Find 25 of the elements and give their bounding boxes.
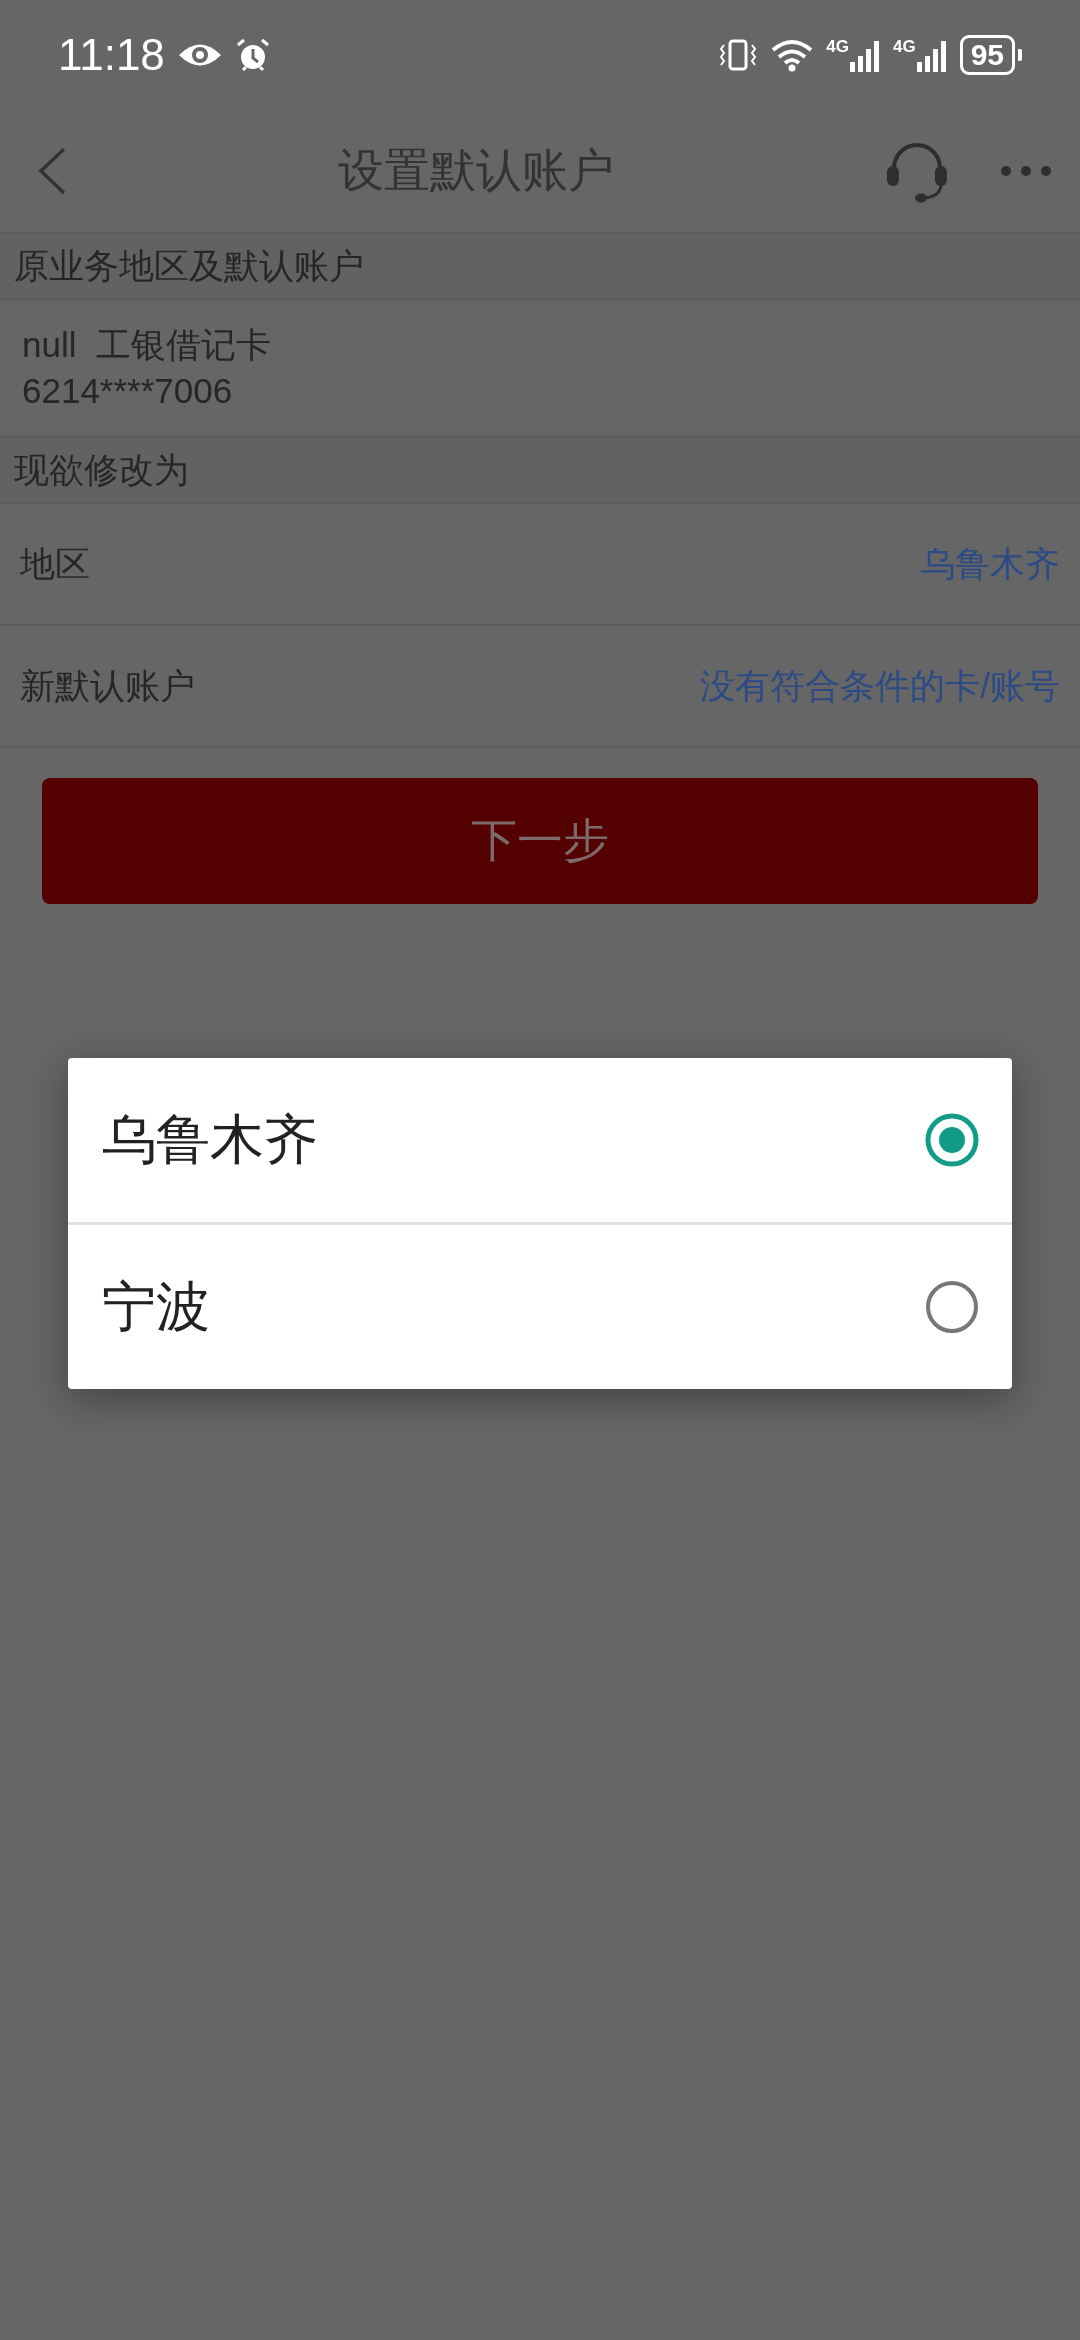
network-type-label: 4G: [892, 38, 916, 55]
row-value[interactable]: 没有符合条件的卡/账号: [700, 662, 1060, 710]
row-label: 地区: [20, 542, 90, 585]
network-type-label: 4G: [826, 38, 849, 55]
wifi-icon: [770, 38, 815, 72]
radio-button[interactable]: [924, 1112, 980, 1168]
more-icon[interactable]: [1000, 165, 1052, 177]
account-text: 6214****7006: [22, 370, 234, 412]
alarm-icon: [234, 37, 271, 73]
option-label[interactable]: 乌鲁木齐: [102, 1103, 318, 1177]
row-value[interactable]: 乌鲁木齐: [920, 540, 1060, 588]
battery-level: 95: [959, 35, 1015, 75]
next-button[interactable]: 下一步: [42, 778, 1038, 904]
section-heading: 原业务地区及默认账户: [0, 234, 1080, 300]
row-label: 新默认账户: [20, 664, 195, 707]
status-time: 11:18: [58, 30, 165, 80]
option-label[interactable]: 宁波: [102, 1270, 210, 1344]
signal-icon: [848, 38, 881, 72]
signal-icon: [915, 38, 948, 72]
vibrate-icon: [718, 37, 759, 73]
battery-cap: [1018, 49, 1022, 61]
radio-button[interactable]: [924, 1279, 980, 1335]
section-heading: 现欲修改为: [0, 438, 1080, 504]
account-text: null 工银借记卡: [22, 324, 272, 366]
back-icon[interactable]: [36, 146, 68, 196]
